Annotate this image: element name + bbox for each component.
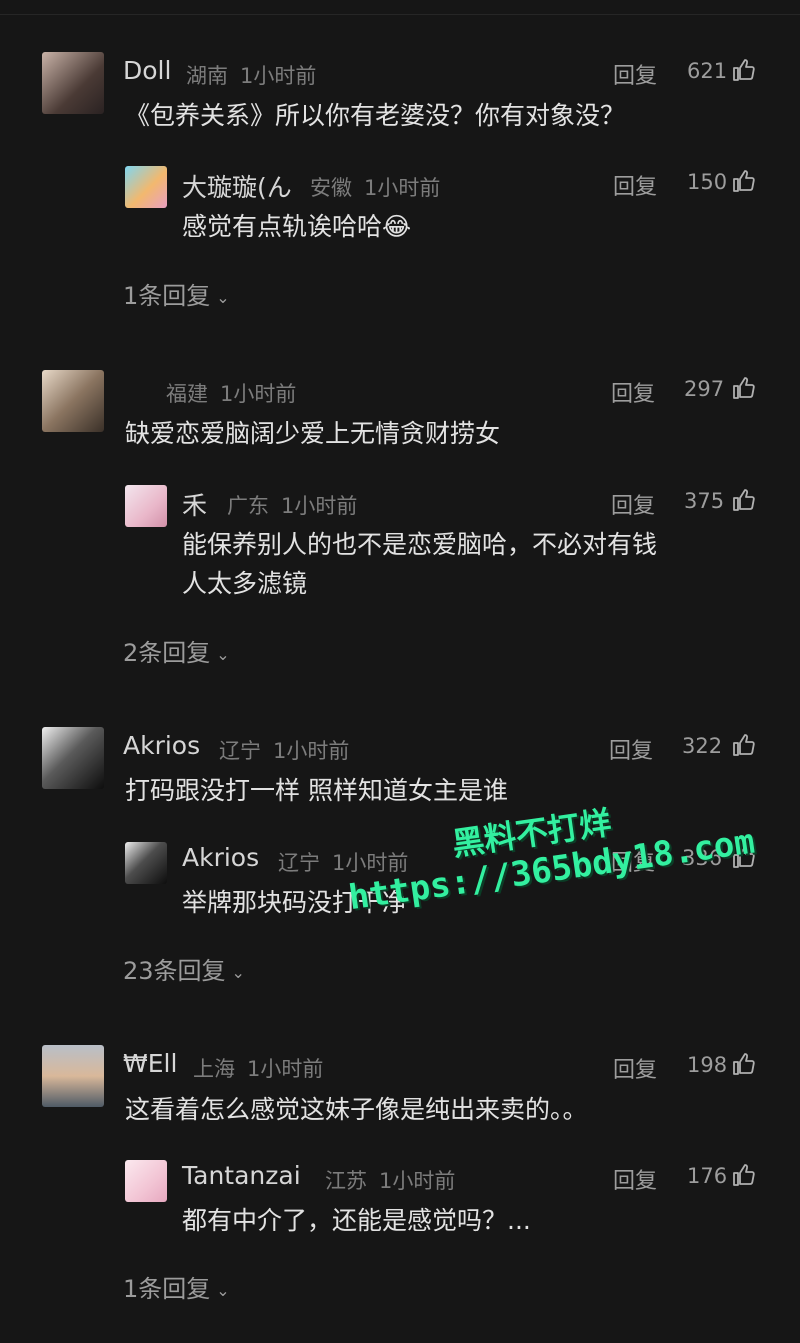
avatar[interactable] xyxy=(125,842,167,884)
comment-location: 福建 xyxy=(166,382,208,406)
avatar[interactable] xyxy=(42,727,104,789)
comment-location: 辽宁 xyxy=(219,739,261,763)
reply-time: 1小时前 xyxy=(379,1169,456,1193)
reply-text: 都有中介了，还能是感觉吗？... xyxy=(182,1206,531,1235)
reply-text: 感觉有点轨诶哈哈😂 xyxy=(182,212,412,241)
comment-time: 1小时前 xyxy=(273,739,350,763)
reply-button[interactable]: 回复 xyxy=(609,733,653,765)
like-count: 336 xyxy=(682,846,723,870)
chevron-down-icon: ⌄ xyxy=(216,287,230,307)
reply-location: 安徽 xyxy=(310,176,352,200)
thumbs-up-icon[interactable] xyxy=(732,58,756,82)
reply-location: 辽宁 xyxy=(278,851,320,875)
reply-button[interactable]: 回复 xyxy=(611,488,655,520)
chevron-down-icon: ⌄ xyxy=(216,644,230,664)
reply-location: 江苏 xyxy=(325,1169,367,1193)
chevron-down-icon: ⌄ xyxy=(231,962,245,982)
like-count: 322 xyxy=(682,734,723,758)
avatar[interactable] xyxy=(125,1160,167,1202)
thumbs-up-icon[interactable] xyxy=(732,733,756,757)
like-count: 150 xyxy=(687,170,728,194)
reply-author[interactable]: 禾 xyxy=(182,486,207,522)
more-replies-label: 1条回复 xyxy=(123,282,211,310)
view-more-replies[interactable]: 23条回复 ⌄ xyxy=(123,951,245,986)
reply-text: 举牌那块码没打干净 xyxy=(182,888,408,917)
thumbs-up-icon[interactable] xyxy=(732,376,756,400)
thumbs-up-icon[interactable] xyxy=(732,845,756,869)
reply-author[interactable]: Akrios xyxy=(182,843,259,872)
reply-button[interactable]: 回复 xyxy=(613,169,657,201)
reply-text-line-1: 能保养别人的也不是恋爱脑哈，不必对有钱 xyxy=(182,530,658,559)
comment-author[interactable]: ₩Ell xyxy=(123,1049,177,1078)
comment-text: 《包养关系》所以你有老婆没？你有对象没？ xyxy=(125,101,626,130)
view-more-replies[interactable]: 1条回复 ⌄ xyxy=(123,276,230,311)
thumbs-up-icon[interactable] xyxy=(732,488,756,512)
comment-author[interactable]: Doll xyxy=(123,56,171,85)
thumbs-up-icon[interactable] xyxy=(732,1163,756,1187)
reply-author[interactable]: Tantanzai xyxy=(182,1161,301,1190)
reply-time: 1小时前 xyxy=(281,494,358,518)
like-count: 621 xyxy=(687,59,728,83)
comment-location: 上海 xyxy=(193,1057,235,1081)
reply-time: 1小时前 xyxy=(332,851,409,875)
more-replies-label: 23条回复 xyxy=(123,957,226,985)
reply-button[interactable]: 回复 xyxy=(611,845,655,877)
avatar[interactable] xyxy=(125,166,167,208)
comment-author[interactable]: Akrios xyxy=(123,731,200,760)
reply-text-line-2: 人太多滤镜 xyxy=(182,569,308,598)
reply-location: 广东 xyxy=(227,494,269,518)
reply-author[interactable]: 大璇璇(ん xyxy=(182,168,292,204)
reply-button[interactable]: 回复 xyxy=(613,58,657,90)
avatar[interactable] xyxy=(42,52,104,114)
like-count: 198 xyxy=(687,1053,728,1077)
avatar[interactable] xyxy=(42,370,104,432)
thumbs-up-icon[interactable] xyxy=(732,169,756,193)
like-count: 375 xyxy=(684,489,725,513)
more-replies-label: 1条回复 xyxy=(123,1275,211,1303)
more-replies-label: 2条回复 xyxy=(123,639,211,667)
comment-text: 这看着怎么感觉这妹子像是纯出来卖的。。 xyxy=(125,1095,588,1124)
comment-time: 1小时前 xyxy=(220,382,297,406)
comment-location: 湖南 xyxy=(186,64,228,88)
reply-button[interactable]: 回复 xyxy=(613,1163,657,1195)
reply-button[interactable]: 回复 xyxy=(613,1052,657,1084)
comment-text: 缺爱恋爱脑阔少爱上无情贪财捞女 xyxy=(125,419,501,448)
comment-time: 1小时前 xyxy=(240,64,317,88)
avatar[interactable] xyxy=(125,485,167,527)
like-count: 176 xyxy=(687,1164,728,1188)
like-count: 297 xyxy=(684,377,725,401)
chevron-down-icon: ⌄ xyxy=(216,1280,230,1300)
view-more-replies[interactable]: 1条回复 ⌄ xyxy=(123,1269,230,1304)
reply-button[interactable]: 回复 xyxy=(611,376,655,408)
reply-time: 1小时前 xyxy=(364,176,441,200)
avatar[interactable] xyxy=(42,1045,104,1107)
view-more-replies[interactable]: 2条回复 ⌄ xyxy=(123,633,230,668)
comment-text: 打码跟没打一样 照样知道女主是谁 xyxy=(125,776,508,805)
thumbs-up-icon[interactable] xyxy=(732,1052,756,1076)
comment-time: 1小时前 xyxy=(247,1057,324,1081)
top-divider xyxy=(0,14,800,15)
